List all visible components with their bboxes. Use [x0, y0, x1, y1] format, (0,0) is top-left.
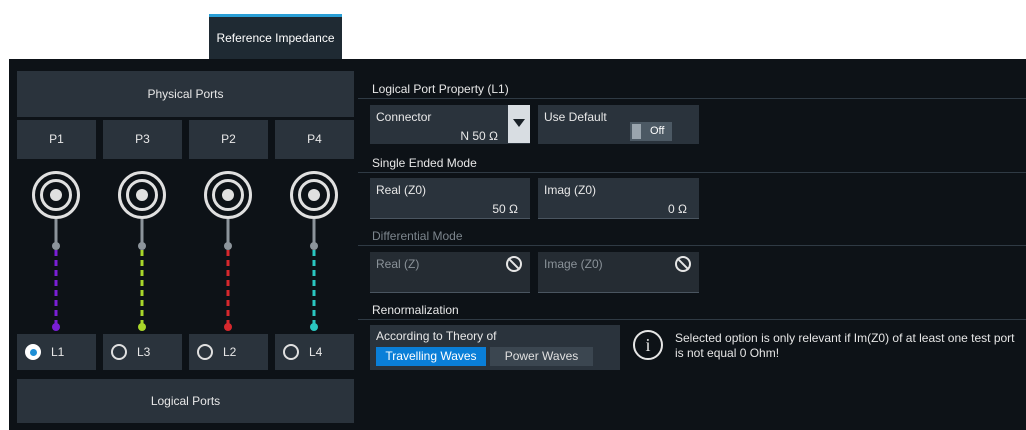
use-default-field: Use Default Off	[538, 105, 699, 144]
use-default-toggle[interactable]: Off	[630, 122, 672, 141]
use-default-label: Use Default	[544, 110, 607, 124]
logical-port-label: L2	[223, 345, 237, 359]
wire-p4-l4	[310, 219, 318, 331]
radio-l2[interactable]	[197, 344, 213, 360]
wire-p3-l3	[138, 219, 146, 331]
radio-l4[interactable]	[283, 344, 299, 360]
wire-p2-l2	[224, 219, 232, 331]
differential-mode-title: Differential Mode	[358, 228, 1026, 246]
real-z-label: Real (Z)	[376, 257, 420, 271]
connector-label: Connector	[376, 110, 432, 124]
logical-port-l1[interactable]: L1	[17, 334, 96, 370]
connector-value: N 50 Ω	[460, 129, 498, 143]
logical-port-l2[interactable]: L2	[189, 334, 268, 370]
connector-p1-icon	[32, 171, 80, 219]
disabled-icon	[506, 256, 522, 272]
radio-l1[interactable]	[25, 344, 41, 360]
connector-p4-icon	[290, 171, 338, 219]
theory-label: According to Theory of	[376, 329, 497, 343]
tab-reference-impedance[interactable]: Reference Impedance	[209, 14, 342, 59]
image-z0-field: Image (Z0)	[538, 252, 699, 293]
travelling-waves-button[interactable]: Travelling Waves	[376, 347, 486, 366]
image-z0-label: Image (Z0)	[544, 257, 603, 271]
logical-port-property-title: Logical Port Property (L1)	[358, 81, 1026, 99]
imag-z0-value: 0 Ω	[668, 202, 687, 216]
imag-z0-field[interactable]: Imag (Z0) 0 Ω	[538, 178, 699, 219]
connector-p3-icon	[118, 171, 166, 219]
real-z0-value: 50 Ω	[492, 202, 518, 216]
logical-port-label: L3	[137, 345, 151, 359]
imag-z0-label: Imag (Z0)	[544, 183, 597, 197]
wire-p1-l1	[52, 219, 60, 331]
real-z0-field[interactable]: Real (Z0) 50 Ω	[370, 178, 530, 219]
reference-impedance-panel: Physical Ports P1 P3 P2 P4 L1 L3 L2 L4 L…	[9, 59, 1026, 430]
real-z-field: Real (Z)	[370, 252, 530, 293]
connector-dropdown[interactable]: Connector N 50 Ω	[370, 105, 530, 144]
logical-ports-header: Logical Ports	[17, 379, 354, 423]
renormalization-title: Renormalization	[358, 302, 1026, 320]
real-z0-label: Real (Z0)	[376, 183, 427, 197]
power-waves-button[interactable]: Power Waves	[490, 347, 593, 366]
radio-l3[interactable]	[111, 344, 127, 360]
single-ended-mode-title: Single Ended Mode	[358, 155, 1026, 173]
logical-port-label: L4	[309, 345, 323, 359]
logical-port-l3[interactable]: L3	[103, 334, 182, 370]
connector-p2-icon	[204, 171, 252, 219]
renormalization-theory-group: According to Theory of Travelling Waves …	[370, 325, 620, 370]
disabled-icon	[675, 256, 691, 272]
logical-port-l4[interactable]: L4	[275, 334, 354, 370]
chevron-down-icon[interactable]	[508, 105, 530, 143]
info-icon: i	[633, 330, 663, 360]
logical-port-label: L1	[51, 345, 65, 359]
renormalization-info-text: Selected option is only relevant if Im(Z…	[675, 331, 1015, 360]
